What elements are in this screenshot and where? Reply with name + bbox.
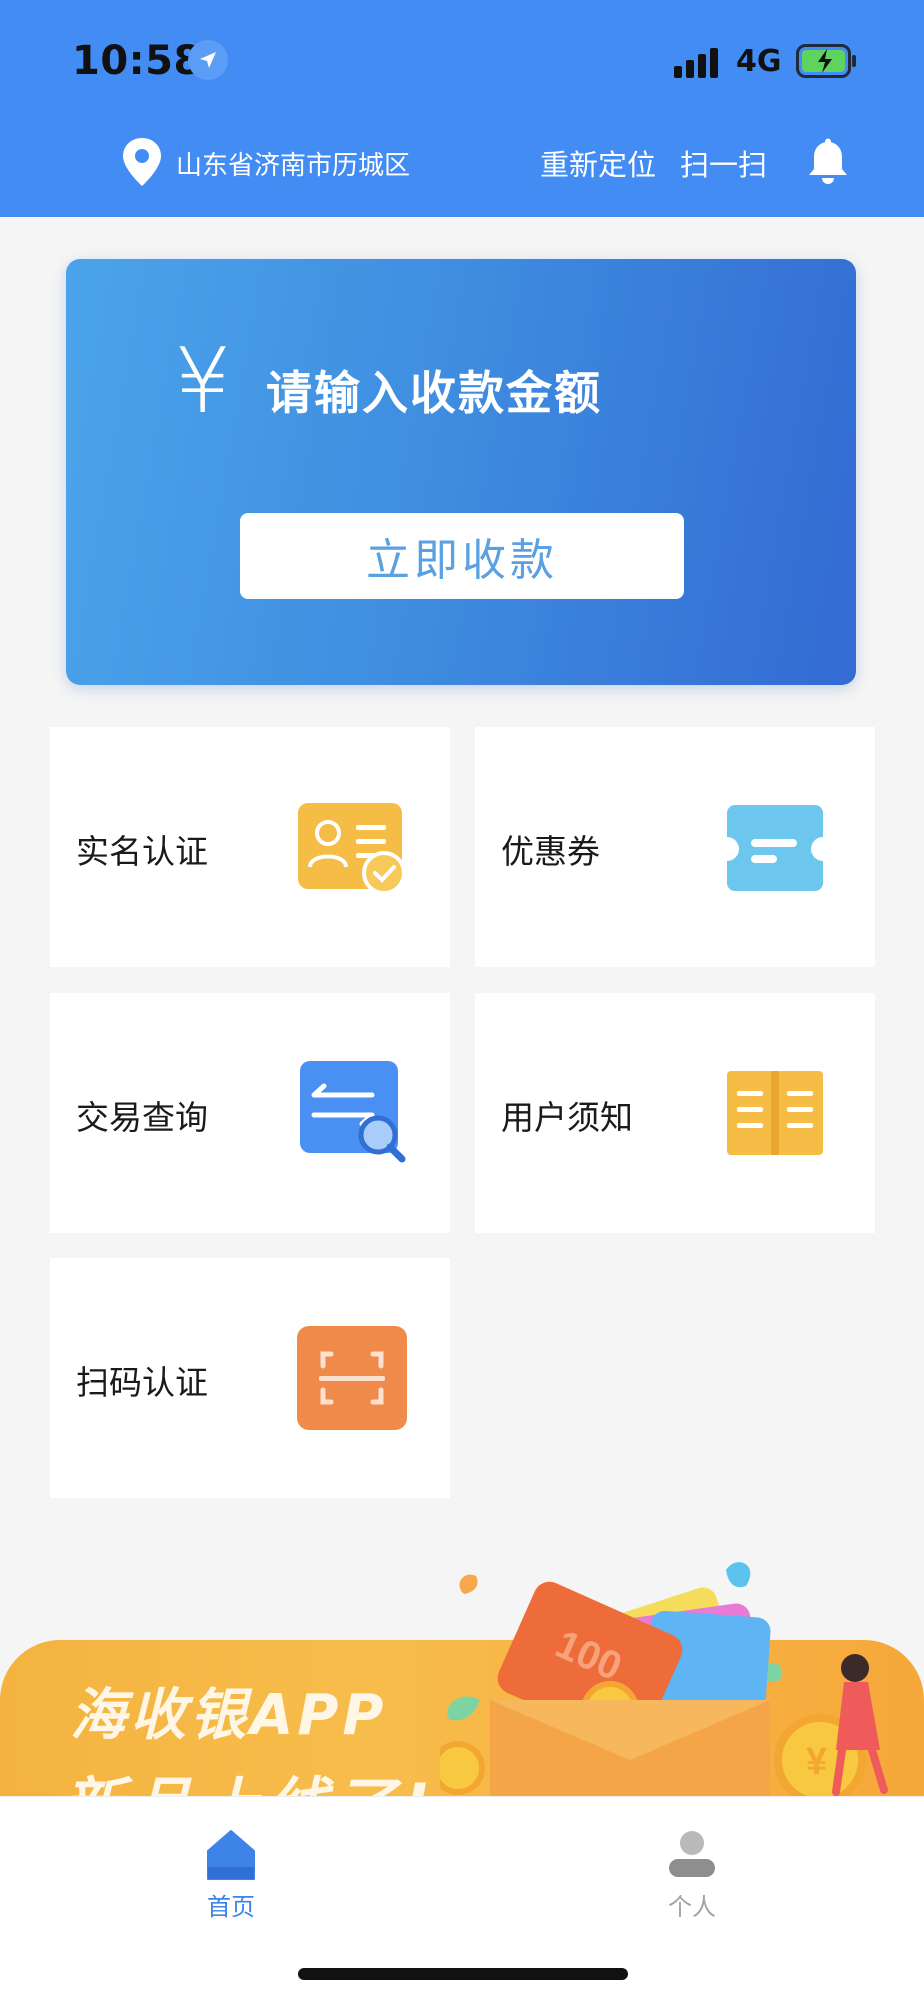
nav-label-profile: 个人 xyxy=(668,1893,716,1921)
scan-code-icon xyxy=(295,1324,409,1436)
coupon-icon xyxy=(725,803,825,899)
nav-label-home: 首页 xyxy=(207,1893,255,1921)
nav-item-profile[interactable]: 个人 xyxy=(622,1821,762,1931)
transaction-search-icon xyxy=(298,1059,410,1171)
menu-tile-label: 实名认证 xyxy=(76,832,208,871)
payment-card: ¥ 请输入收款金额 立即收款 xyxy=(66,259,856,685)
status-time: 10:58 xyxy=(72,38,202,84)
menu-tile-label: 优惠券 xyxy=(501,832,600,871)
scan-button[interactable]: 扫一扫 xyxy=(680,142,767,184)
status-bar: 10:58 4G xyxy=(0,0,924,120)
cellular-signal-icon xyxy=(674,46,722,78)
location-row: 山东省济南市历城区 重新定位 扫一扫 xyxy=(0,130,924,190)
yen-icon: ¥ xyxy=(174,329,232,434)
location-pin-icon xyxy=(120,136,164,188)
header: 10:58 4G 山东省济南市历城区 重新定位 扫一扫 xyxy=(0,0,924,217)
menu-tile-realname-verify[interactable]: 实名认证 xyxy=(50,727,450,967)
svg-text:¥: ¥ xyxy=(806,1741,827,1783)
location-services-icon xyxy=(188,40,228,80)
menu-tile-label: 用户须知 xyxy=(501,1098,633,1137)
menu-tile-scan-verify[interactable]: 扫码认证 xyxy=(50,1258,450,1498)
id-card-verify-icon xyxy=(296,801,410,901)
book-icon xyxy=(725,1067,825,1163)
banner-subtitle: 新品上线了! xyxy=(62,1756,436,1796)
promo-banner[interactable]: 100 ¥ 海收银APP 新品上线了! xyxy=(0,1560,924,1796)
collect-payment-button[interactable]: 立即收款 xyxy=(240,513,684,599)
banner-illustration: 100 ¥ xyxy=(440,1562,888,1796)
notification-bell-icon[interactable] xyxy=(806,138,850,186)
menu-tile-user-notice[interactable]: 用户须知 xyxy=(475,993,875,1233)
nav-item-home[interactable]: 首页 xyxy=(161,1821,301,1931)
home-indicator xyxy=(298,1968,628,1980)
menu-tile-label: 扫码认证 xyxy=(76,1363,208,1402)
battery-charging-icon xyxy=(796,44,858,78)
menu-tile-transaction-query[interactable]: 交易查询 xyxy=(50,993,450,1233)
menu-tile-coupon[interactable]: 优惠券 xyxy=(475,727,875,967)
menu-tile-label: 交易查询 xyxy=(76,1098,208,1137)
relocate-button[interactable]: 重新定位 xyxy=(540,142,656,184)
home-icon xyxy=(206,1829,256,1881)
network-type: 4G xyxy=(736,44,782,79)
person-icon xyxy=(667,1829,717,1881)
banner-title: 海收银APP xyxy=(70,1683,388,1748)
current-location: 山东省济南市历城区 xyxy=(176,151,411,181)
amount-input-hint[interactable]: 请输入收款金额 xyxy=(266,357,602,423)
